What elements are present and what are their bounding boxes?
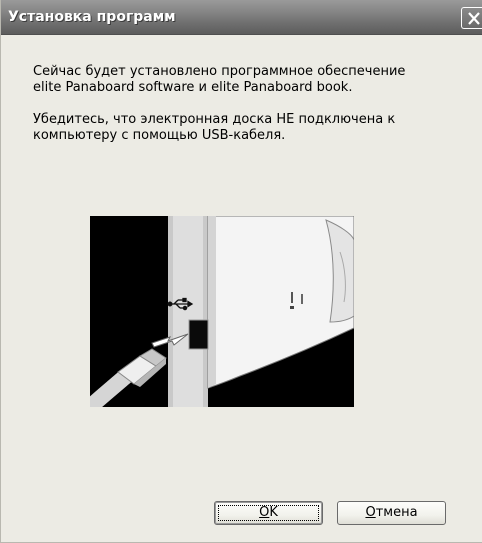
usb-warning: Убедитесь, что электронная доска НЕ подк…	[33, 112, 463, 144]
usb-warning-line-2: компьютеру с помощью USB-кабеля.	[33, 128, 286, 143]
window-title: Установка программ	[8, 9, 176, 25]
usb-cable-illustration	[90, 216, 354, 407]
ok-label-rest: K	[269, 505, 278, 520]
disconnect-usb-illustration	[90, 216, 354, 407]
ok-mnemonic: O	[259, 505, 270, 520]
installer-dialog: Установка программ Сейчас будет установл…	[0, 0, 482, 543]
cancel-button[interactable]: Отмена	[337, 501, 446, 525]
cancel-button-label: Отмена	[365, 505, 417, 520]
instruction-text: Сейчас будет установлено программное обе…	[33, 64, 463, 144]
cancel-mnemonic: О	[365, 505, 376, 520]
install-notice-line-1: Сейчас будет установлено программное обе…	[33, 64, 406, 79]
ok-button[interactable]: OK	[214, 501, 323, 525]
install-notice: Сейчас будет установлено программное обе…	[33, 64, 463, 96]
cancel-label-rest: тмена	[375, 505, 418, 520]
title-bar[interactable]: Установка программ	[1, 0, 482, 35]
close-button[interactable]	[461, 7, 482, 29]
ok-button-label: OK	[259, 505, 278, 520]
close-icon	[468, 12, 480, 25]
install-notice-line-2: elite Panaboard software и elite Panaboa…	[33, 80, 353, 95]
usb-warning-line-1: Убедитесь, что электронная доска НЕ подк…	[33, 112, 396, 127]
